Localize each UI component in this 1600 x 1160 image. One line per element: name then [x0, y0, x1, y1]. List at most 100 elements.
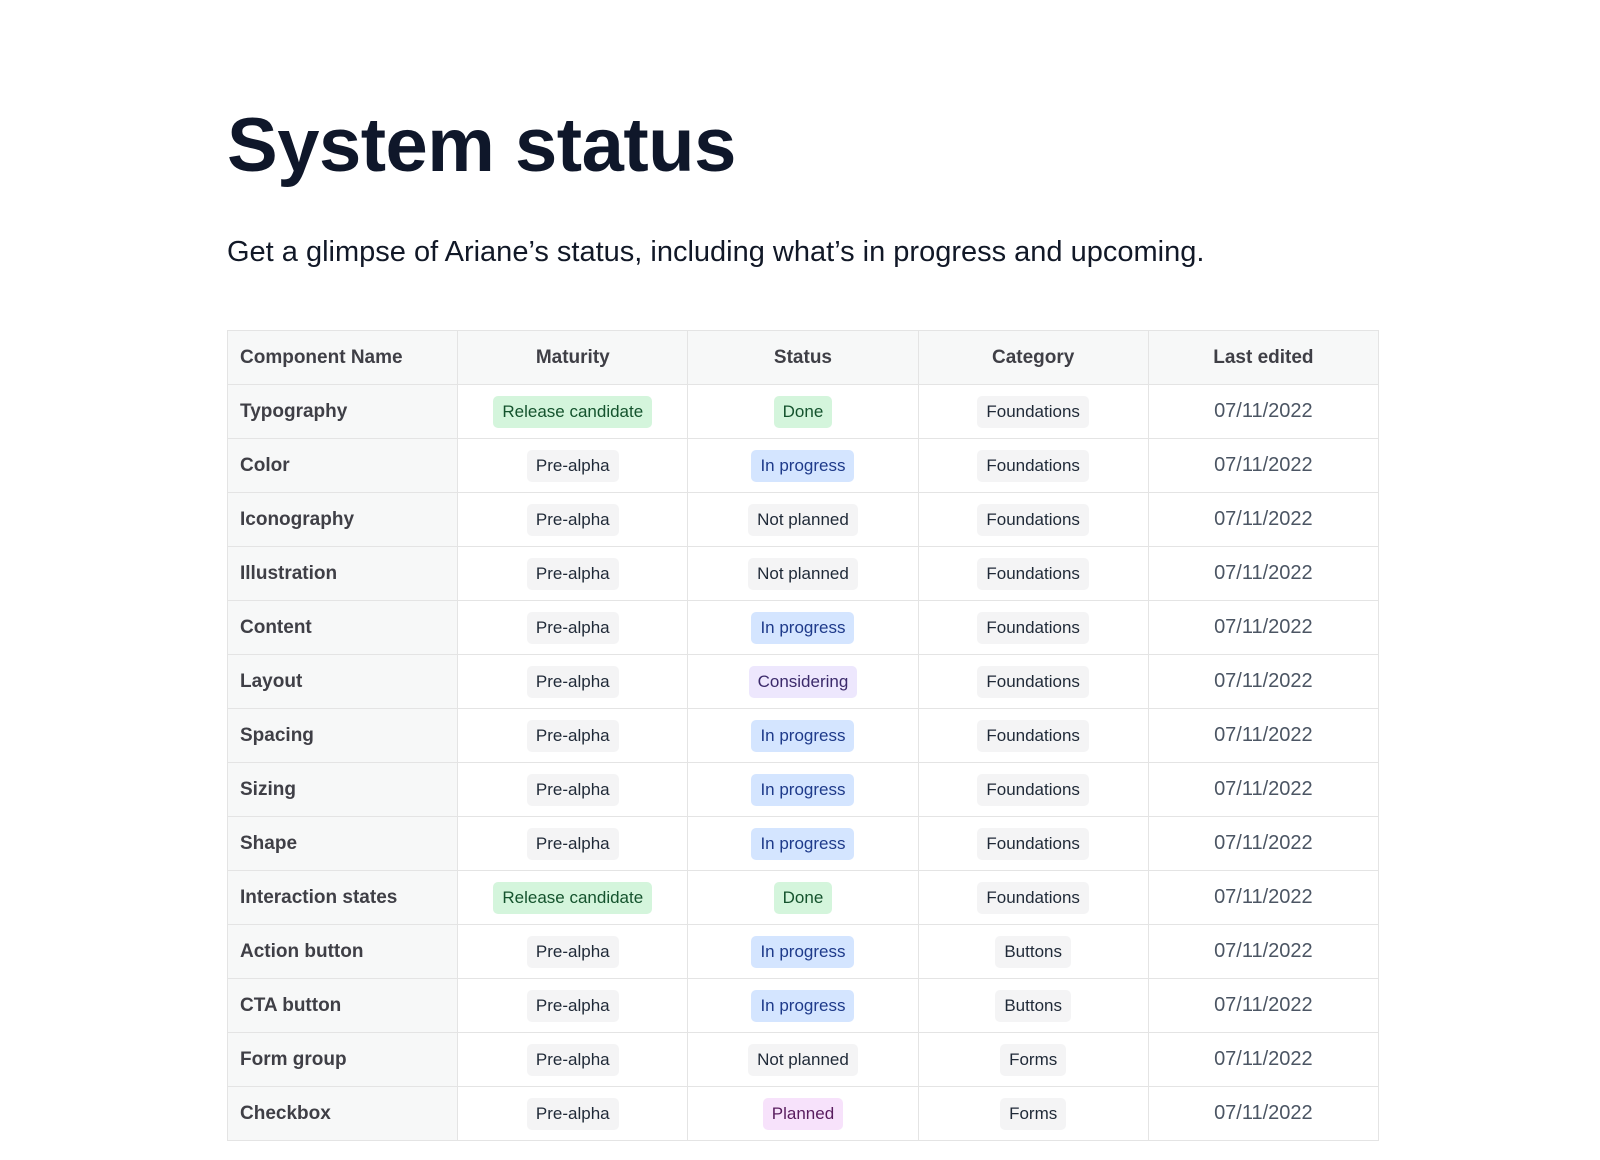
maturity-badge: Release candidate [493, 881, 653, 914]
table-row[interactable]: Checkbox Pre-alpha Planned Forms 07/11/2022 [227, 1086, 1379, 1141]
cell-component-name[interactable]: Iconography [227, 492, 459, 547]
status-table-container: Component Name Maturity Status Category … [227, 330, 1379, 1160]
cell-last-edited: 07/11/2022 [1147, 816, 1379, 871]
cell-component-name[interactable]: Content [227, 600, 459, 655]
header-category[interactable]: Category [917, 330, 1149, 385]
table-body: Typography Release candidate Done Foundatio… [227, 384, 1379, 1141]
cell-maturity: Release candidate [457, 384, 689, 439]
header-maturity[interactable]: Maturity [457, 330, 689, 385]
table-row[interactable]: Color Pre-alpha In progress Foundations 07/1… [227, 438, 1379, 493]
cell-component-name[interactable]: CTA button [227, 978, 459, 1033]
cell-component-name[interactable]: Shape [227, 816, 459, 871]
cell-category: Foundations [917, 600, 1149, 655]
maturity-badge: Pre-alpha [526, 1043, 619, 1076]
category-badge: Foundations [977, 881, 1089, 914]
cell-category: Foundations [917, 816, 1149, 871]
header-last-edited[interactable]: Last edited [1147, 330, 1379, 385]
cell-category: Foundations [917, 870, 1149, 925]
category-badge: Foundations [977, 827, 1089, 860]
table-row[interactable]: Illustration Pre-alpha Not planned Foundati… [227, 546, 1379, 601]
category-badge: Foundations [977, 773, 1089, 806]
cell-category: Foundations [917, 546, 1149, 601]
cell-maturity: Pre-alpha [457, 924, 689, 979]
maturity-badge: Pre-alpha [526, 719, 619, 752]
status-table: Component Name Maturity Status Category … [227, 330, 1379, 1141]
table-row[interactable]: Content Pre-alpha In progress Foundations 07… [227, 600, 1379, 655]
cell-category: Foundations [917, 492, 1149, 547]
status-badge: Done [773, 395, 833, 428]
maturity-badge: Release candidate [493, 395, 653, 428]
cell-category: Buttons [917, 978, 1149, 1033]
table-row[interactable]: CTA button Pre-alpha In progress Buttons 07/… [227, 978, 1379, 1033]
cell-maturity: Pre-alpha [457, 1032, 689, 1087]
cell-status: In progress [687, 924, 919, 979]
table-header-row: Component Name Maturity Status Category … [227, 330, 1379, 385]
table-row[interactable]: Interaction states Release candidate Done F… [227, 870, 1379, 925]
cell-last-edited: 07/11/2022 [1147, 654, 1379, 709]
status-badge: In progress [751, 719, 855, 752]
table-row[interactable]: Layout Pre-alpha Considering Foundations 07/… [227, 654, 1379, 709]
table-row[interactable]: Action button Pre-alpha In progress Buttons… [227, 924, 1379, 979]
category-badge: Foundations [977, 557, 1089, 590]
cell-status: In progress [687, 762, 919, 817]
cell-component-name[interactable]: Typography [227, 384, 459, 439]
cell-last-edited: 07/11/2022 [1147, 1032, 1379, 1087]
cell-last-edited: 07/11/2022 [1147, 492, 1379, 547]
category-badge: Buttons [995, 989, 1071, 1022]
category-badge: Foundations [977, 395, 1089, 428]
cell-component-name[interactable]: Sizing [227, 762, 459, 817]
cell-maturity: Pre-alpha [457, 978, 689, 1033]
cell-status: Done [687, 384, 919, 439]
cell-component-name[interactable]: Spacing [227, 708, 459, 763]
maturity-badge: Pre-alpha [526, 989, 619, 1022]
cell-last-edited: 07/11/2022 [1147, 384, 1379, 439]
cell-maturity: Pre-alpha [457, 654, 689, 709]
maturity-badge: Pre-alpha [526, 665, 619, 698]
table-row[interactable]: Form group Pre-alpha Not planned Forms 07/11… [227, 1032, 1379, 1087]
cell-last-edited: 07/11/2022 [1147, 438, 1379, 493]
cell-component-name[interactable]: Form group [227, 1032, 459, 1087]
table-row[interactable]: Iconography Pre-alpha Not planned Foundatio… [227, 492, 1379, 547]
cell-category: Foundations [917, 708, 1149, 763]
status-badge: In progress [751, 827, 855, 860]
table-row[interactable]: Sizing Pre-alpha In progress Foundations 07/… [227, 762, 1379, 817]
cell-component-name[interactable]: Color [227, 438, 459, 493]
cell-last-edited: 07/11/2022 [1147, 708, 1379, 763]
cell-last-edited: 07/11/2022 [1147, 978, 1379, 1033]
cell-category: Foundations [917, 384, 1149, 439]
table-row[interactable]: Spacing Pre-alpha In progress Foundations 07… [227, 708, 1379, 763]
category-badge: Forms [1000, 1097, 1067, 1130]
cell-category: Forms [917, 1032, 1149, 1087]
category-badge: Buttons [995, 935, 1071, 968]
maturity-badge: Pre-alpha [526, 611, 619, 644]
status-badge: Not planned [748, 1043, 858, 1076]
maturity-badge: Pre-alpha [526, 557, 619, 590]
cell-maturity: Pre-alpha [457, 600, 689, 655]
status-badge: In progress [751, 773, 855, 806]
category-badge: Forms [1000, 1043, 1067, 1076]
table-row[interactable]: Shape Pre-alpha In progress Foundations 07/1… [227, 816, 1379, 871]
cell-maturity: Pre-alpha [457, 762, 689, 817]
cell-status: Not planned [687, 1032, 919, 1087]
header-component-name[interactable]: Component Name [227, 330, 459, 385]
maturity-badge: Pre-alpha [526, 1097, 619, 1130]
maturity-badge: Pre-alpha [526, 503, 619, 536]
table-row[interactable]: Typography Release candidate Done Foundatio… [227, 384, 1379, 439]
cell-component-name[interactable]: Layout [227, 654, 459, 709]
header-status[interactable]: Status [687, 330, 919, 385]
status-badge: In progress [751, 449, 855, 482]
cell-component-name[interactable]: Checkbox [227, 1086, 459, 1141]
cell-status: In progress [687, 708, 919, 763]
status-badge: Planned [762, 1097, 844, 1130]
status-badge: Done [773, 881, 833, 914]
cell-component-name[interactable]: Action button [227, 924, 459, 979]
page-title: System status [227, 103, 736, 188]
category-badge: Foundations [977, 503, 1089, 536]
cell-maturity: Release candidate [457, 870, 689, 925]
cell-component-name[interactable]: Illustration [227, 546, 459, 601]
cell-last-edited: 07/11/2022 [1147, 600, 1379, 655]
cell-component-name[interactable]: Interaction states [227, 870, 459, 925]
cell-status: Not planned [687, 546, 919, 601]
cell-status: Not planned [687, 492, 919, 547]
cell-last-edited: 07/11/2022 [1147, 546, 1379, 601]
